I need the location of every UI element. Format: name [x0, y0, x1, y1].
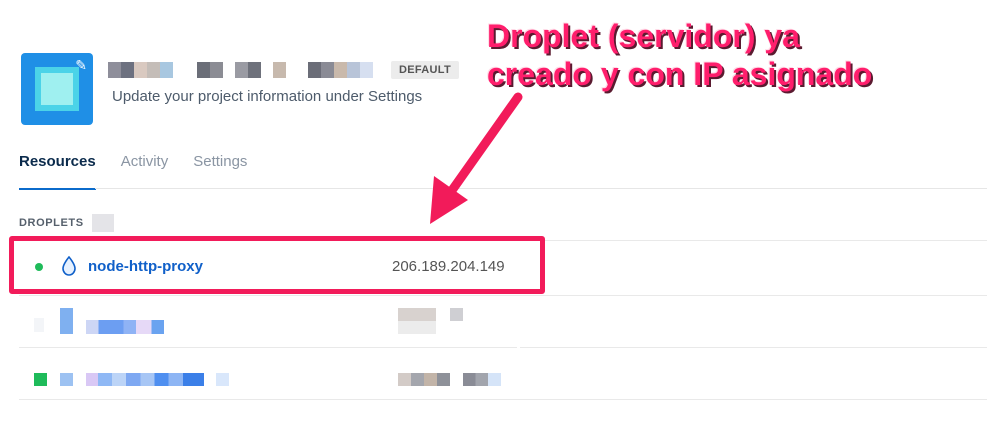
annotation-arrow-icon: [430, 92, 523, 224]
